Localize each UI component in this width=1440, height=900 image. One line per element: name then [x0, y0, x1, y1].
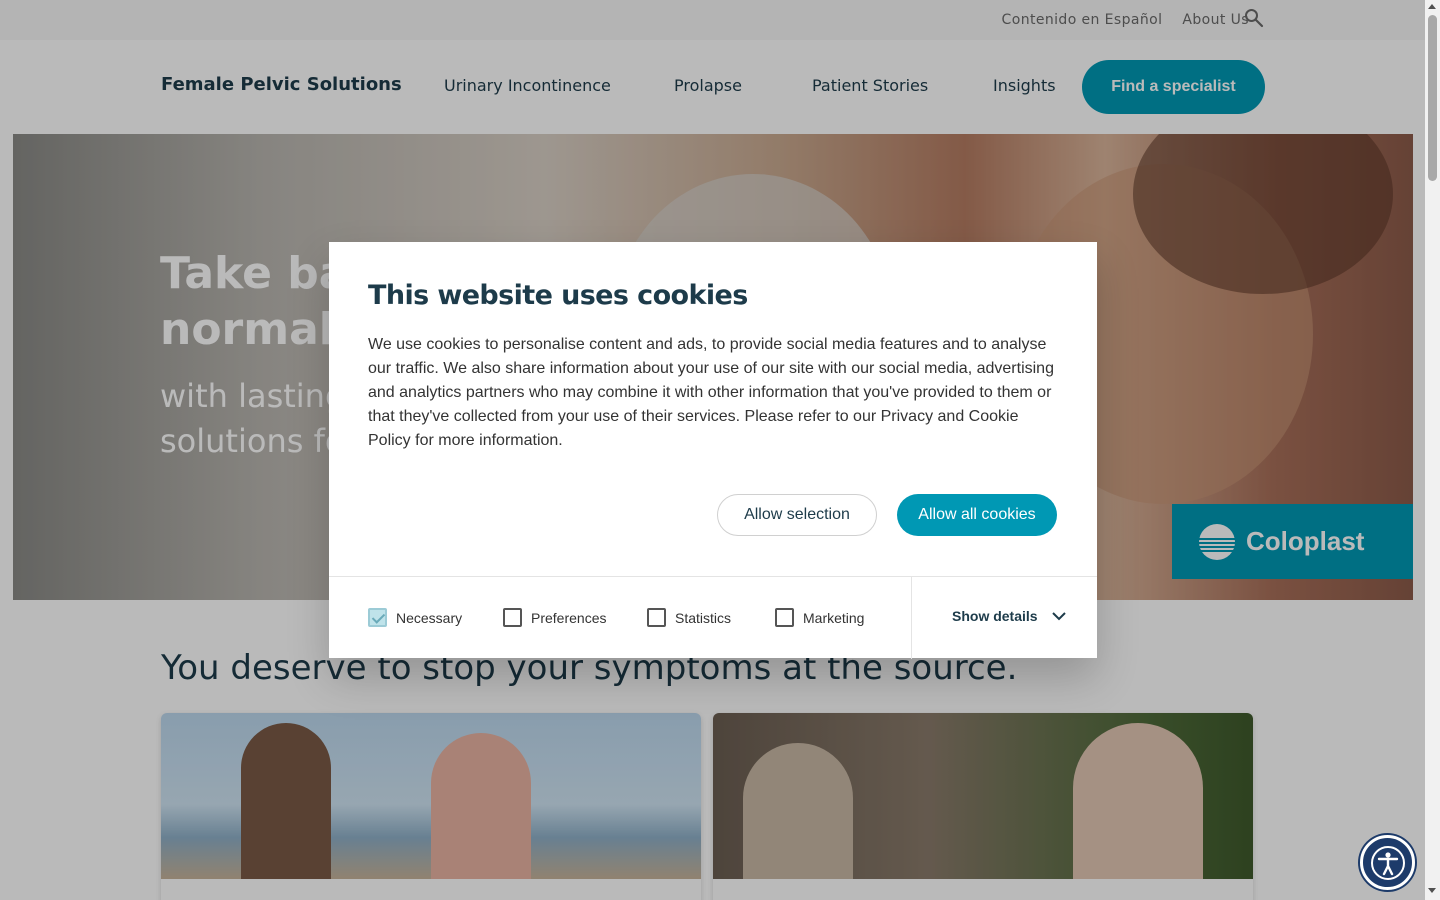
checkbox-checked-icon [368, 608, 387, 627]
allow-selection-button[interactable]: Allow selection [717, 494, 877, 536]
checkbox-label: Statistics [675, 609, 732, 626]
checkbox-icon [775, 608, 794, 627]
checkbox-icon [647, 608, 666, 627]
allow-all-cookies-button[interactable]: Allow all cookies [897, 494, 1057, 536]
dialog-body-text: We use cookies to personalise content an… [368, 336, 1054, 449]
cookie-options-bar: Necessary Preferences Statistics Marketi… [329, 576, 1097, 659]
dialog-title: This website uses cookies [368, 280, 748, 311]
page-scrollbar[interactable] [1425, 0, 1440, 900]
checkbox-label: Marketing [803, 609, 865, 626]
accessibility-button[interactable] [1360, 835, 1415, 890]
checkbox-label: Preferences [531, 609, 607, 626]
footer-divider [911, 577, 912, 659]
preferences-checkbox[interactable]: Preferences [503, 608, 606, 627]
cookie-consent-dialog: This website uses cookies We use cookies… [329, 242, 1097, 659]
accessibility-icon [1370, 845, 1405, 880]
scroll-up-arrow-icon[interactable] [1428, 4, 1436, 9]
necessary-checkbox[interactable]: Necessary [368, 608, 462, 627]
show-details-toggle[interactable]: Show details [952, 608, 1067, 624]
scrollbar-thumb[interactable] [1428, 15, 1437, 181]
checkbox-label: Necessary [396, 609, 463, 626]
scroll-down-arrow-icon[interactable] [1428, 888, 1436, 893]
marketing-checkbox[interactable]: Marketing [775, 608, 864, 627]
statistics-checkbox[interactable]: Statistics [647, 608, 731, 627]
chevron-down-icon [1051, 612, 1066, 621]
show-details-label: Show details [952, 608, 1038, 624]
checkbox-icon [503, 608, 522, 627]
